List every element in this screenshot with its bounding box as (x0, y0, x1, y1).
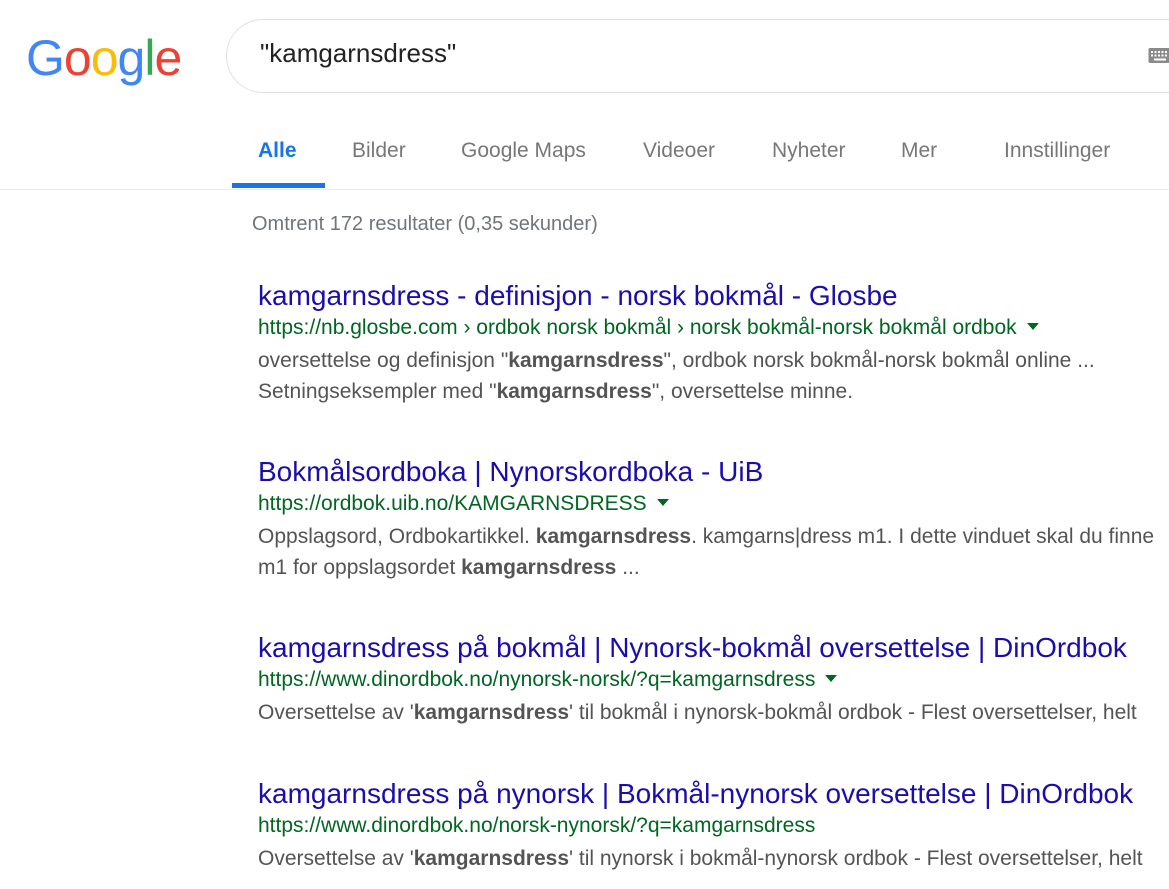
snippet-text: Setningseksempler med " (258, 380, 497, 403)
snippet-text: oversettelse og definisjon " (258, 349, 509, 372)
search-result: kamgarnsdress - definisjon - norsk bokmå… (258, 279, 1169, 407)
google-logo[interactable]: Google (26, 30, 182, 86)
result-stats: Omtrent 172 resultater (0,35 sekunder) (252, 213, 598, 235)
snippet-line: Oversettelse av 'kamgarnsdress' til nyno… (258, 843, 1169, 874)
result-url[interactable]: https://www.dinordbok.no/nynorsk-norsk/?… (258, 665, 815, 695)
result-url[interactable]: https://www.dinordbok.no/norsk-nynorsk/?… (258, 811, 815, 841)
search-tabs: Alle Bilder Google Maps Videoer Nyheter … (0, 115, 1169, 190)
search-result: kamgarnsdress på nynorsk | Bokmål-nynors… (258, 777, 1169, 874)
result-url[interactable]: https://nb.glosbe.com › ordbok norsk bok… (258, 313, 1017, 343)
tab-bilder[interactable]: Bilder (352, 139, 406, 163)
url-menu-dropdown-icon[interactable] (1026, 323, 1039, 331)
result-title-link[interactable]: kamgarnsdress - definisjon - norsk bokmå… (258, 279, 898, 313)
result-url-row: https://nb.glosbe.com › ordbok norsk bok… (258, 313, 1169, 345)
active-tab-indicator (232, 183, 325, 188)
snippet-line: m1 for oppslagsordet kamgarnsdress ... (258, 552, 1169, 583)
result-snippet: Oversettelse av 'kamgarnsdress' til bokm… (258, 697, 1169, 728)
snippet-highlight: kamgarnsdress (461, 556, 617, 579)
search-box[interactable]: "kamgarnsdress" (226, 19, 1169, 93)
snippet-text: ", oversettelse minne. (651, 380, 854, 403)
snippet-text: ' til bokmål i nynorsk-bokmål ordbok - F… (569, 701, 1137, 724)
search-results-page: Google "kamgarnsdress" Alle Bilder Googl… (0, 0, 1169, 889)
logo-letter: l (144, 30, 155, 86)
snippet-text: Oversettelse av ' (258, 701, 414, 724)
tab-google-maps[interactable]: Google Maps (461, 139, 586, 163)
snippet-text: ", ordbok norsk bokmål-norsk bokmål onli… (663, 349, 1095, 372)
result-snippet: Oppslagsord, Ordbokartikkel. kamgarnsdre… (258, 521, 1169, 583)
logo-letter: o (63, 30, 92, 86)
snippet-text: . kamgarns|dress m1. I dette vinduet ska… (691, 525, 1155, 548)
logo-letter: o (90, 30, 119, 86)
snippet-highlight: kamgarnsdress (413, 701, 570, 724)
result-url-row: https://ordbok.uib.no/KAMGARNSDRESS (258, 489, 1169, 521)
snippet-text: Oversettelse av ' (258, 847, 414, 870)
snippet-highlight: kamgarnsdress (413, 847, 570, 870)
snippet-text: m1 for oppslagsordet (258, 556, 462, 579)
result-title-link[interactable]: Bokmålsordboka | Nynorskordboka - UiB (258, 455, 763, 489)
snippet-highlight: kamgarnsdress (535, 525, 692, 548)
tab-innstillinger[interactable]: Innstillinger (1004, 139, 1110, 163)
url-menu-dropdown-icon[interactable] (825, 675, 838, 683)
search-result: kamgarnsdress på bokmål | Nynorsk-bokmål… (258, 631, 1169, 728)
tab-videoer[interactable]: Videoer (643, 139, 715, 163)
snippet-line: Oversettelse av 'kamgarnsdress' til bokm… (258, 697, 1169, 728)
snippet-highlight: kamgarnsdress (508, 349, 664, 372)
result-url[interactable]: https://ordbok.uib.no/KAMGARNSDRESS (258, 489, 647, 519)
snippet-line: Oppslagsord, Ordbokartikkel. kamgarnsdre… (258, 521, 1169, 552)
tab-alle[interactable]: Alle (258, 139, 297, 163)
logo-letter: G (26, 30, 65, 86)
result-snippet: Oversettelse av 'kamgarnsdress' til nyno… (258, 843, 1169, 874)
snippet-highlight: kamgarnsdress (496, 380, 652, 403)
result-snippet: oversettelse og definisjon "kamgarnsdres… (258, 345, 1169, 407)
result-url-row: https://www.dinordbok.no/norsk-nynorsk/?… (258, 811, 1169, 843)
url-menu-dropdown-icon[interactable] (656, 499, 669, 507)
snippet-line: Setningseksempler med "kamgarnsdress", o… (258, 376, 1169, 407)
snippet-text: ... (616, 556, 640, 579)
snippet-line: oversettelse og definisjon "kamgarnsdres… (258, 345, 1169, 376)
search-result: Bokmålsordboka | Nynorskordboka - UiB ht… (258, 455, 1169, 583)
tab-nyheter[interactable]: Nyheter (772, 139, 846, 163)
result-url-row: https://www.dinordbok.no/nynorsk-norsk/?… (258, 665, 1169, 697)
result-title-link[interactable]: kamgarnsdress på bokmål | Nynorsk-bokmål… (258, 631, 1127, 665)
result-title-link[interactable]: kamgarnsdress på nynorsk | Bokmål-nynors… (258, 777, 1133, 811)
keyboard-icon[interactable] (1148, 47, 1169, 65)
logo-letter: g (117, 30, 146, 86)
snippet-text: ' til nynorsk i bokmål-nynorsk ordbok - … (569, 847, 1143, 870)
logo-letter: e (154, 30, 182, 86)
snippet-text: Oppslagsord, Ordbokartikkel. (258, 525, 536, 548)
search-input[interactable]: "kamgarnsdress" (260, 38, 456, 69)
tab-mer[interactable]: Mer (901, 139, 937, 163)
